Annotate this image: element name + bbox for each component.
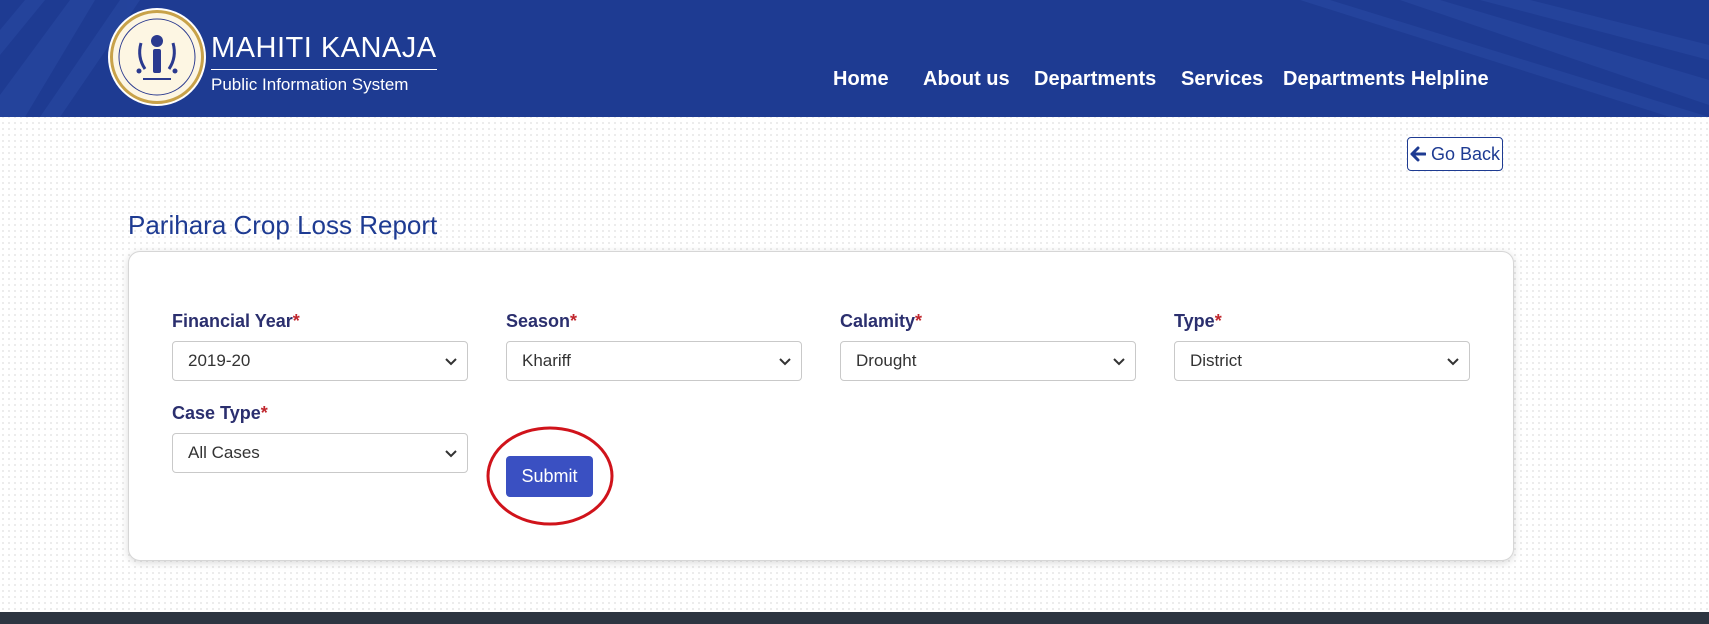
required-mark: * bbox=[292, 311, 300, 331]
chevron-down-icon bbox=[1113, 358, 1125, 366]
highlight-circle bbox=[486, 426, 614, 526]
financial-year-select[interactable]: 2019-20 bbox=[172, 341, 468, 381]
nav-services[interactable]: Services bbox=[1181, 68, 1263, 91]
required-mark: * bbox=[915, 311, 923, 331]
footer-bar bbox=[0, 612, 1709, 624]
nav-home[interactable]: Home bbox=[833, 68, 889, 91]
page-title: Parihara Crop Loss Report bbox=[128, 210, 438, 240]
season-select[interactable]: Khariff bbox=[506, 341, 802, 381]
go-back-label: Go Back bbox=[1430, 143, 1501, 164]
required-mark: * bbox=[1214, 311, 1222, 331]
case-type-select[interactable]: All Cases bbox=[172, 433, 468, 473]
case-type-value: All Cases bbox=[188, 443, 260, 462]
chevron-down-icon bbox=[445, 450, 457, 458]
calamity-select[interactable]: Drought bbox=[840, 341, 1136, 381]
nav-departments-helpline[interactable]: Departments Helpline bbox=[1283, 68, 1489, 91]
brand-title: MAHITI KANAJA bbox=[211, 32, 437, 70]
calamity-value: Drought bbox=[856, 351, 917, 370]
case-type-label: Case Type* bbox=[172, 403, 268, 423]
mahiti-kanaja-logo[interactable] bbox=[110, 10, 204, 104]
type-select[interactable]: District bbox=[1174, 341, 1470, 381]
brand-subtitle: Public Information System bbox=[211, 75, 409, 94]
site-header: MAHITI KANAJA Public Information System … bbox=[0, 0, 1709, 117]
chevron-down-icon bbox=[445, 358, 457, 366]
required-mark: * bbox=[260, 403, 268, 423]
season-label: Season* bbox=[506, 311, 578, 331]
financial-year-value: 2019-20 bbox=[188, 351, 251, 370]
financial-year-label: Financial Year* bbox=[172, 311, 300, 331]
chevron-down-icon bbox=[779, 358, 791, 366]
nav-departments[interactable]: Departments bbox=[1034, 68, 1156, 91]
season-value: Khariff bbox=[522, 351, 571, 370]
type-label: Type* bbox=[1174, 311, 1222, 331]
logo-emblem-icon bbox=[118, 18, 196, 96]
calamity-label: Calamity* bbox=[840, 311, 923, 331]
nav-about-us[interactable]: About us bbox=[923, 68, 1010, 91]
report-form-card bbox=[128, 251, 1514, 561]
required-mark: * bbox=[570, 311, 578, 331]
type-value: District bbox=[1190, 351, 1242, 370]
chevron-down-icon bbox=[1447, 358, 1459, 366]
go-back-button[interactable]: Go Back bbox=[1407, 137, 1503, 171]
arrow-left-icon bbox=[1410, 146, 1426, 162]
